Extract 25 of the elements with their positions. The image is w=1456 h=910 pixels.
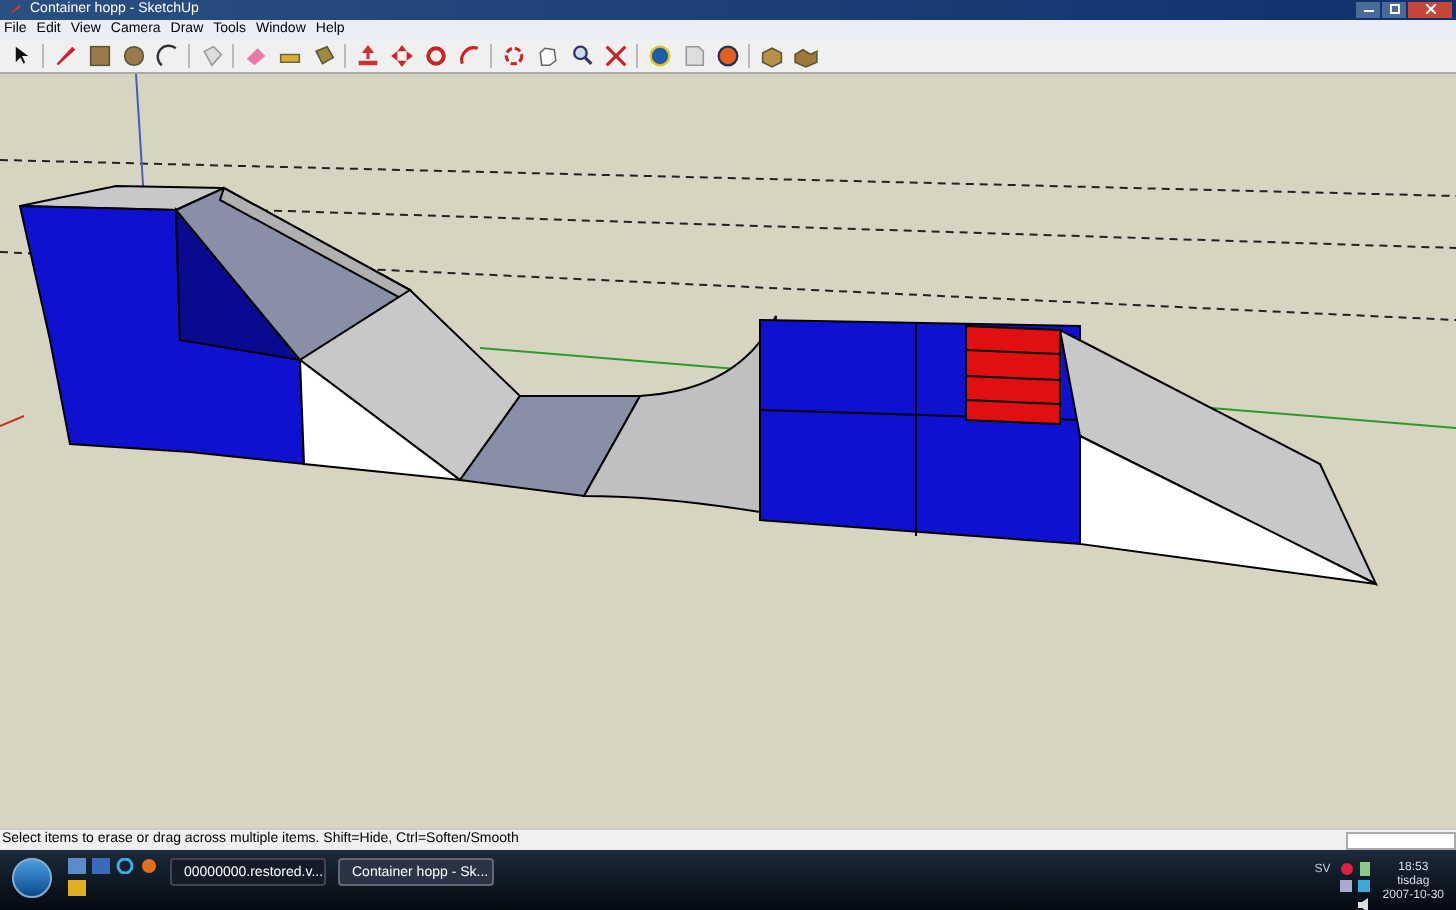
close-button[interactable]	[1408, 1, 1452, 18]
orbit-icon[interactable]	[499, 42, 527, 71]
magnifier-icon[interactable]	[567, 42, 595, 71]
maximize-button[interactable]	[1382, 1, 1406, 18]
move-icon[interactable]	[387, 42, 415, 71]
pencil-icon[interactable]	[51, 42, 79, 71]
alert-icon[interactable]	[1340, 862, 1355, 876]
app-icon	[8, 2, 22, 17]
globe-icon[interactable]	[645, 42, 673, 71]
circle-icon[interactable]	[119, 42, 147, 71]
rotate-icon[interactable]	[421, 42, 449, 71]
sphere-icon[interactable]	[713, 42, 741, 71]
maximize-icon	[1389, 4, 1399, 15]
close-icon	[1425, 4, 1435, 15]
browser-icon[interactable]	[116, 858, 134, 874]
start-button[interactable]	[12, 858, 52, 898]
minimize-icon	[1363, 7, 1373, 12]
push-pull-icon[interactable]	[353, 42, 381, 71]
measurements-field[interactable]	[1346, 831, 1456, 849]
square-icon[interactable]	[85, 42, 113, 71]
arc-icon[interactable]	[153, 42, 181, 71]
speaker-icon[interactable]	[1358, 898, 1373, 910]
box-icon[interactable]	[757, 42, 785, 71]
minimize-button[interactable]	[1356, 1, 1380, 18]
axis-line	[0, 415, 25, 427]
